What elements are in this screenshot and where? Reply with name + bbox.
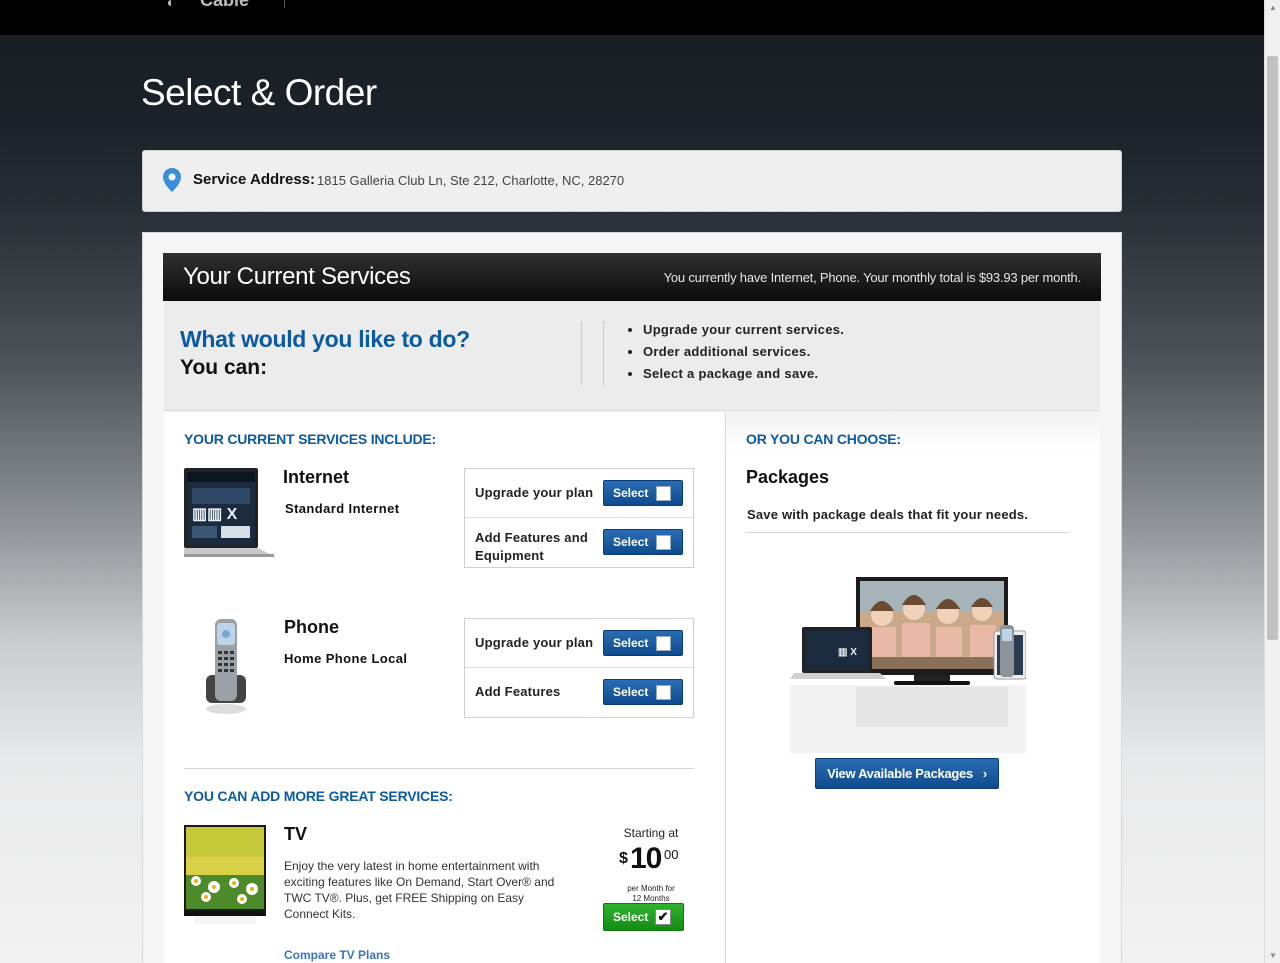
option-row-upgrade-internet: Upgrade your plan Select — [465, 469, 693, 518]
option-label: Upgrade your plan — [475, 635, 594, 650]
view-packages-label: View Available Packages — [827, 766, 973, 781]
scroll-up-arrow-icon[interactable]: ▲ — [1269, 3, 1277, 12]
select-tv-button[interactable]: Select ✔ — [603, 903, 684, 931]
internet-options-box: Upgrade your plan Select Add Features an… — [464, 468, 694, 568]
bullet-item: Order additional services. — [643, 344, 844, 359]
select-features-internet-button[interactable]: Select — [603, 529, 683, 555]
option-label: Add Features and Equipment — [475, 530, 588, 563]
select-button-label: Select — [613, 486, 649, 500]
select-button-label: Select — [613, 685, 649, 699]
laptop-image: ▥▥ X — [184, 468, 274, 557]
page-title: Select & Order — [141, 72, 377, 113]
bullet-item: Select a package and save. — [643, 366, 844, 381]
phone-options-box: Upgrade your plan Select Add Features Se… — [464, 618, 694, 718]
add-more-services-label: YOU CAN ADD MORE GREAT SERVICES: — [184, 788, 453, 804]
service-name-phone: Phone — [284, 617, 340, 637]
what-to-do-question: What would you like to do? — [180, 326, 470, 352]
service-plan-phone: Home Phone Local — [284, 651, 408, 666]
select-button-label: Select — [613, 636, 649, 650]
option-row-features-internet: Add Features and Equipment Select — [465, 518, 693, 567]
view-available-packages-button[interactable]: View Available Packages › — [815, 758, 999, 789]
current-services-summary: You currently have Internet, Phone. Your… — [663, 270, 1082, 285]
nav-divider — [284, 0, 285, 8]
checkbox-icon[interactable] — [656, 535, 671, 550]
location-pin-icon — [163, 168, 181, 192]
scrollbar-thumb[interactable] — [1267, 56, 1278, 640]
option-row-features-phone: Add Features Select — [465, 668, 693, 717]
select-button-label: Select — [613, 910, 649, 924]
tv-image — [184, 825, 266, 924]
option-row-upgrade-phone: Upgrade your plan Select — [465, 619, 693, 668]
select-button-label: Select — [613, 535, 649, 549]
current-services-header: Your Current Services You currently have… — [163, 253, 1101, 301]
devices-bundle-image: ▥ X — [790, 577, 1026, 753]
current-services-include-label: YOUR CURRENT SERVICES INCLUDE: — [184, 431, 436, 447]
section-divider — [184, 768, 694, 769]
checkbox-icon[interactable] — [656, 685, 671, 700]
packages-description: Save with package deals that fit your ne… — [747, 507, 1029, 522]
what-to-do-band: What would you like to do? You can: Upgr… — [164, 301, 1100, 411]
price-cents: 00 — [664, 847, 679, 862]
service-name-internet: Internet — [283, 467, 350, 487]
cordless-phone-image — [206, 619, 246, 714]
current-services-title: Your Current Services — [183, 263, 411, 290]
checkmark-icon[interactable]: ✔ — [655, 909, 671, 925]
you-can-label: You can: — [180, 356, 268, 379]
price-term: per Month for 12 Months — [600, 884, 702, 904]
page-scrollbar[interactable]: ▲ ▼ — [1264, 0, 1280, 963]
svg-text:▥▥ X: ▥▥ X — [192, 506, 238, 523]
tv-description: Enjoy the very latest in home entertainm… — [284, 859, 555, 921]
service-address-box: Service Address: 1815 Galleria Club Ln, … — [142, 150, 1122, 212]
brand-logo-text[interactable]: Cable — [200, 0, 249, 11]
packages-column-lower — [725, 829, 1100, 963]
checkbox-icon[interactable] — [656, 486, 671, 501]
packages-divider — [746, 532, 1069, 533]
price-currency: $ — [619, 850, 628, 867]
svg-text:▥ X: ▥ X — [838, 647, 857, 658]
price-whole: 10 — [630, 842, 662, 875]
starting-at-label: Starting at — [623, 826, 679, 840]
top-navigation-bar: ◖ Cable — [0, 0, 1264, 35]
band-divider — [581, 321, 582, 385]
packages-title: Packages — [746, 467, 830, 487]
brand-logo-icon[interactable]: ◖ — [165, 0, 173, 10]
checkbox-icon[interactable] — [656, 636, 671, 651]
tv-price: $ 10 00 per Month for 12 Months — [600, 840, 702, 903]
service-address-label: Service Address: — [193, 171, 316, 188]
tv-price-block: Starting at $ 10 00 per Month for 12 Mon… — [600, 826, 702, 903]
options-bullet-list: Upgrade your current services. Order add… — [643, 322, 844, 388]
price-term-line: per Month for — [627, 884, 675, 893]
service-name-tv: TV — [284, 824, 308, 844]
band-divider — [603, 321, 604, 385]
compare-tv-plans-link[interactable]: Compare TV Plans — [284, 948, 390, 962]
service-address-value: 1815 Galleria Club Ln, Ste 212, Charlott… — [317, 173, 625, 188]
select-features-phone-button[interactable]: Select — [603, 679, 683, 705]
option-label: Upgrade your plan — [475, 485, 594, 500]
select-upgrade-internet-button[interactable]: Select — [603, 480, 683, 506]
scroll-down-arrow-icon[interactable]: ▼ — [1269, 951, 1277, 960]
bullet-item: Upgrade your current services. — [643, 322, 844, 337]
select-upgrade-phone-button[interactable]: Select — [603, 630, 683, 656]
option-label: Add Features — [475, 684, 561, 699]
chevron-right-icon: › — [982, 766, 987, 781]
service-plan-internet: Standard Internet — [285, 501, 400, 516]
or-you-can-choose-label: OR YOU CAN CHOOSE: — [746, 431, 901, 447]
